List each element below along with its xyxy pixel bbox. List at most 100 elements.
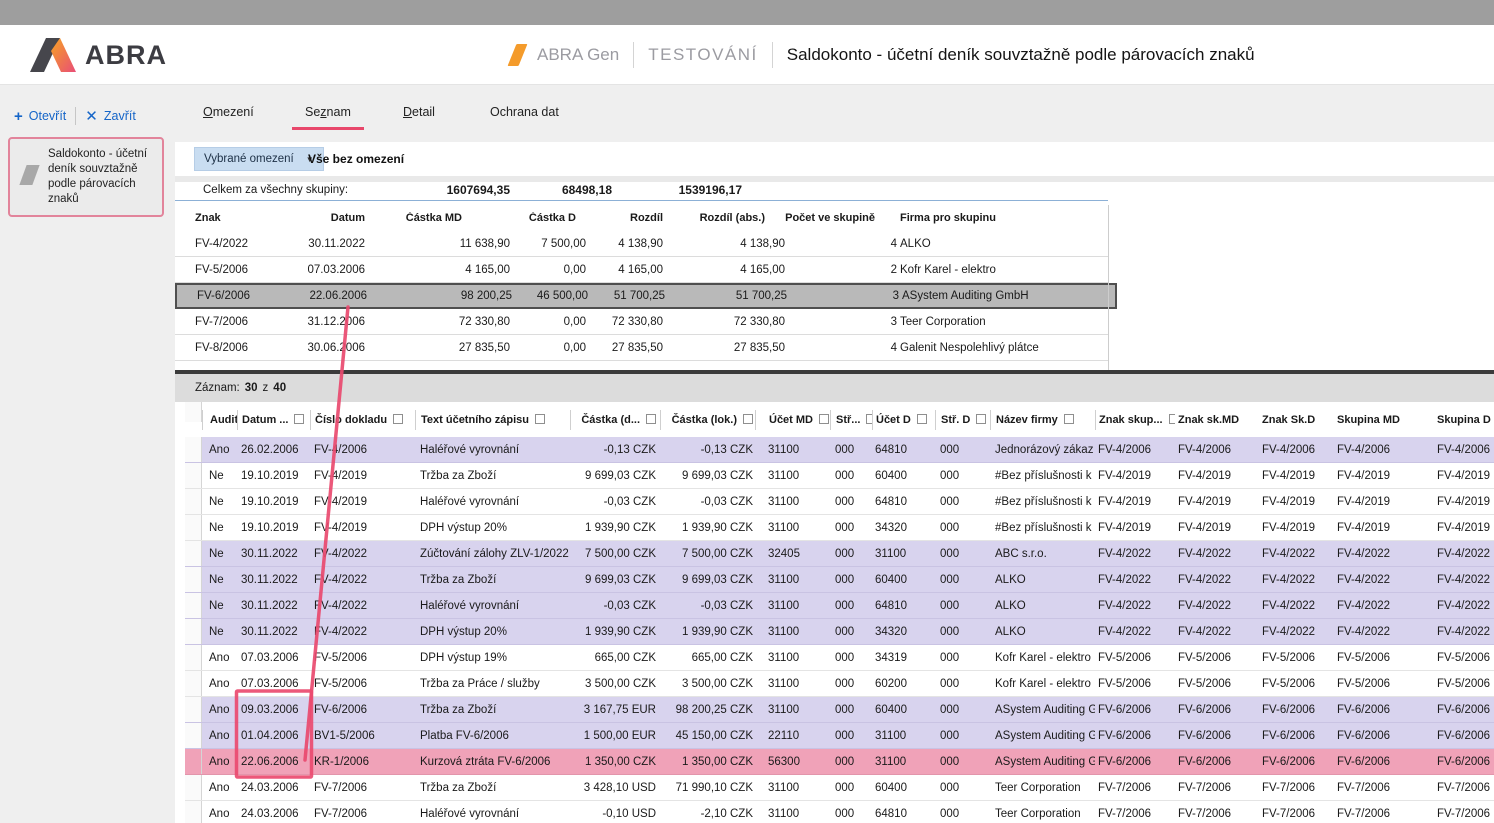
group-cell: 0,00 [510,316,586,328]
journal-row[interactable]: Ne19.10.2019FV-4/2019Tržba za Zboží9 699… [185,463,1494,489]
journal-cell: FV-5/2006 [1175,678,1258,690]
journal-row[interactable]: Ano07.03.2006FV-5/2006Tržba za Práce / s… [185,671,1494,697]
journal-cell: FV-7/2006 [1175,808,1258,820]
close-button[interactable]: ✕ Zavřít [85,107,136,125]
journal-row[interactable]: Ne30.11.2022FV-4/2022Zúčtování zálohy ZL… [185,541,1494,567]
filter-box-icon[interactable] [535,414,545,424]
journal-row[interactable]: Ne19.10.2019FV-4/2019DPH výstup 20%1 939… [185,515,1494,541]
journal-cell: 000 [935,496,990,508]
journal-cell: FV-5/2006 [1258,678,1333,690]
filter-box-icon[interactable] [1064,414,1074,424]
journal-cell: 31100 [755,782,830,794]
open-task-card[interactable]: Saldokonto - účetní deník souvztažně pod… [8,137,164,217]
filter-box-icon[interactable] [294,414,304,424]
journal-row[interactable]: Ano09.03.2006FV-6/2006Tržba za Zboží3 16… [185,697,1494,723]
journal-cell: Tržba za Práce / služby [415,678,570,690]
group-column-header[interactable]: Firma pro skupinu [897,212,1108,224]
tab-seznam[interactable]: Seznam [305,105,351,119]
group-table-header: ZnakDatumČástka MDČástka DRozdílRozdíl (… [175,205,1108,231]
journal-column-header[interactable]: Stř... [830,410,872,430]
journal-cell: 7 500,00 CZK [570,548,660,560]
journal-cell: FV-6/2006 [1412,756,1494,768]
journal-column-header[interactable]: Částka (d... [570,410,660,430]
journal-column-header[interactable]: Skupina D [1412,410,1494,430]
journal-cell: 000 [935,756,990,768]
group-row[interactable]: FV-7/200631.12.200672 330,800,0072 330,8… [175,309,1108,335]
group-column-header[interactable]: Částka D [510,212,586,224]
tab-detail[interactable]: Detail [403,105,435,119]
journal-row[interactable]: Ne30.11.2022FV-4/2022DPH výstup 20%1 939… [185,619,1494,645]
journal-column-header[interactable]: Text účetního zápisu [415,410,570,430]
group-column-header[interactable]: Rozdíl (abs.) [663,212,785,224]
journal-cell: 22110 [755,730,830,742]
group-row[interactable]: FV-4/202230.11.202211 638,907 500,004 13… [175,231,1108,257]
journal-column-header[interactable]: Datum ... [237,410,310,430]
group-table-right-edge [1108,205,1109,370]
journal-row[interactable]: Ano07.03.2006FV-5/2006DPH výstup 19%665,… [185,645,1494,671]
journal-cell: 1 939,90 CZK [570,522,660,534]
tab-ochrana-dat[interactable]: Ochrana dat [490,105,559,119]
journal-row[interactable]: Ne30.11.2022FV-4/2022Tržba za Zboží9 699… [185,567,1494,593]
journal-column-header[interactable]: Skupina MD [1333,410,1412,430]
tab-label-part: etail [412,105,435,119]
group-cell: 7 500,00 [510,238,586,250]
journal-cell: FV-6/2006 [1095,756,1175,768]
journal-row[interactable]: Ne19.10.2019FV-4/2019Haléřové vyrovnání-… [185,489,1494,515]
journal-cell: FV-4/2022 [1258,574,1333,586]
journal-column-header[interactable]: Účet MD [755,410,830,430]
group-column-header[interactable]: Částka MD [365,212,510,224]
group-row[interactable]: FV-5/200607.03.20064 165,000,004 165,004… [175,257,1108,283]
journal-column-header[interactable]: Účet D [872,410,935,430]
journal-cell: FV-6/2006 [1333,756,1412,768]
journal-cell: 34320 [872,522,935,534]
journal-column-header[interactable]: Znak Sk.D [1258,410,1333,430]
journal-column-header[interactable]: Název firmy [990,410,1095,430]
journal-column-header[interactable]: Znak sk.MD [1175,410,1258,430]
filter-box-icon[interactable] [819,414,829,424]
filter-box-icon[interactable] [743,414,753,424]
journal-column-header[interactable]: Číslo dokladu [310,410,415,430]
journal-row[interactable]: Ano22.06.2006KR-1/2006Kurzová ztráta FV-… [185,749,1494,775]
group-cell: 72 330,80 [586,316,663,328]
group-column-header[interactable]: Rozdíl [586,212,663,224]
journal-cell: 000 [830,808,872,820]
journal-cell: ASystem Auditing G [990,730,1095,742]
journal-cell: FV-6/2006 [1333,704,1412,716]
restriction-dropdown[interactable]: Vybrané omezení ▼ [194,147,324,171]
journal-row[interactable]: Ano26.02.2006FV-4/2006Haléřové vyrovnání… [185,437,1494,463]
filter-box-icon[interactable] [393,414,403,424]
journal-cell: FV-4/2022 [1333,548,1412,560]
journal-row[interactable]: Ano24.03.2006FV-7/2006Tržba za Zboží3 42… [185,775,1494,801]
group-cell: FV-7/2006 [175,316,285,328]
group-row[interactable]: FV-8/200630.06.200627 835,500,0027 835,5… [175,335,1108,361]
journal-row[interactable]: Ano01.04.2006BV1-5/2006Platba FV-6/20061… [185,723,1494,749]
journal-cell: Ne [202,548,237,560]
open-button[interactable]: + Otevřít [14,108,66,125]
group-column-header[interactable]: Datum [285,212,365,224]
group-column-header[interactable]: Znak [175,212,285,224]
filter-box-icon[interactable] [976,414,986,424]
journal-column-header[interactable]: Částka (lok.) [660,410,755,430]
journal-cell: FV-4/2022 [310,600,415,612]
app-header: ABRA ABRA Gen TESTOVÁNÍ Saldokonto - úče… [0,25,1494,85]
journal-cell: 31100 [755,704,830,716]
restriction-dropdown-label: Vybrané omezení [204,153,294,165]
filter-box-icon[interactable] [646,414,656,424]
filter-box-icon[interactable] [917,414,927,424]
journal-column-header[interactable]: Stř. D [935,410,990,430]
journal-column-header[interactable]: Znak skup... [1095,410,1175,430]
journal-cell: Ne [202,574,237,586]
app-name: ABRA Gen [537,45,619,65]
journal-cell: 000 [935,652,990,664]
journal-row[interactable]: Ano24.03.2006FV-7/2006Haléřové vyrovnání… [185,801,1494,823]
group-column-header[interactable]: Počet ve skupině [785,212,897,224]
journal-cell: FV-4/2006 [1175,444,1258,456]
close-button-label: Zavřít [104,109,136,123]
journal-cell: 32405 [755,548,830,560]
journal-row[interactable]: Ne30.11.2022FV-4/2022Haléřové vyrovnání-… [185,593,1494,619]
tab-omezen-[interactable]: Omezení [203,105,254,119]
group-row[interactable]: FV-6/200622.06.200698 200,2546 500,0051 … [175,283,1117,309]
group-cell: FV-8/2006 [175,342,285,354]
journal-cell: FV-6/2006 [1175,730,1258,742]
journal-column-header[interactable]: Audit [202,410,237,430]
